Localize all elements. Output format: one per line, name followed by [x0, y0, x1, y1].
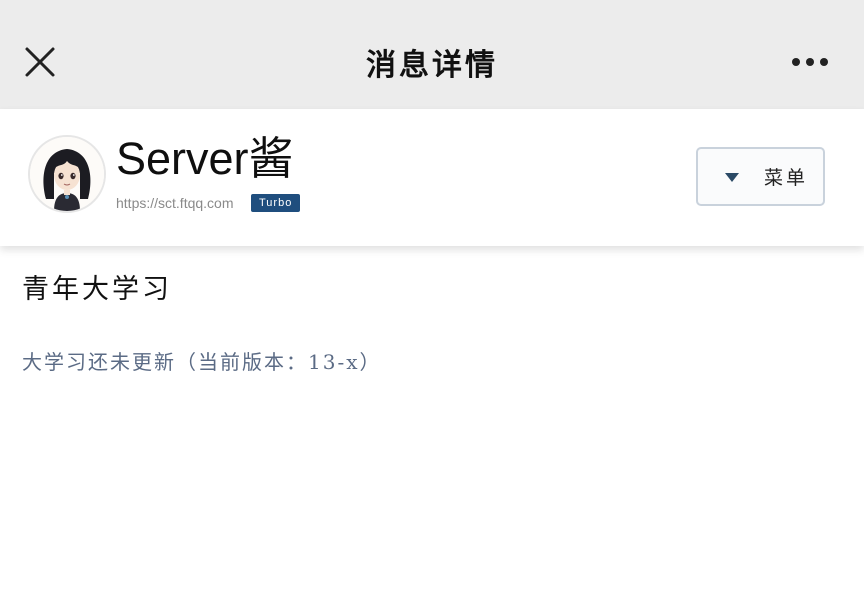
channel-url-link[interactable]: https://sct.ftqq.com	[116, 195, 234, 211]
channel-name: Server酱	[116, 133, 294, 184]
menu-label: 菜单	[764, 167, 809, 189]
turbo-badge: Turbo	[251, 194, 301, 212]
more-options-button[interactable]	[784, 44, 836, 80]
menu-button[interactable]: 菜单	[696, 147, 825, 206]
avatar	[28, 135, 106, 213]
more-dots-icon	[792, 58, 828, 66]
channel-header: Server酱 https://sct.ftqq.com Turbo 菜单	[0, 109, 864, 246]
message-body: 大学习还未更新（当前版本：13-x）	[22, 350, 382, 374]
message-title: 青年大学习	[22, 274, 172, 305]
top-nav-bar: 消息详情	[0, 0, 864, 109]
anime-girl-avatar-icon	[30, 137, 104, 211]
page-title: 消息详情	[366, 48, 498, 83]
caret-down-icon	[724, 171, 740, 183]
